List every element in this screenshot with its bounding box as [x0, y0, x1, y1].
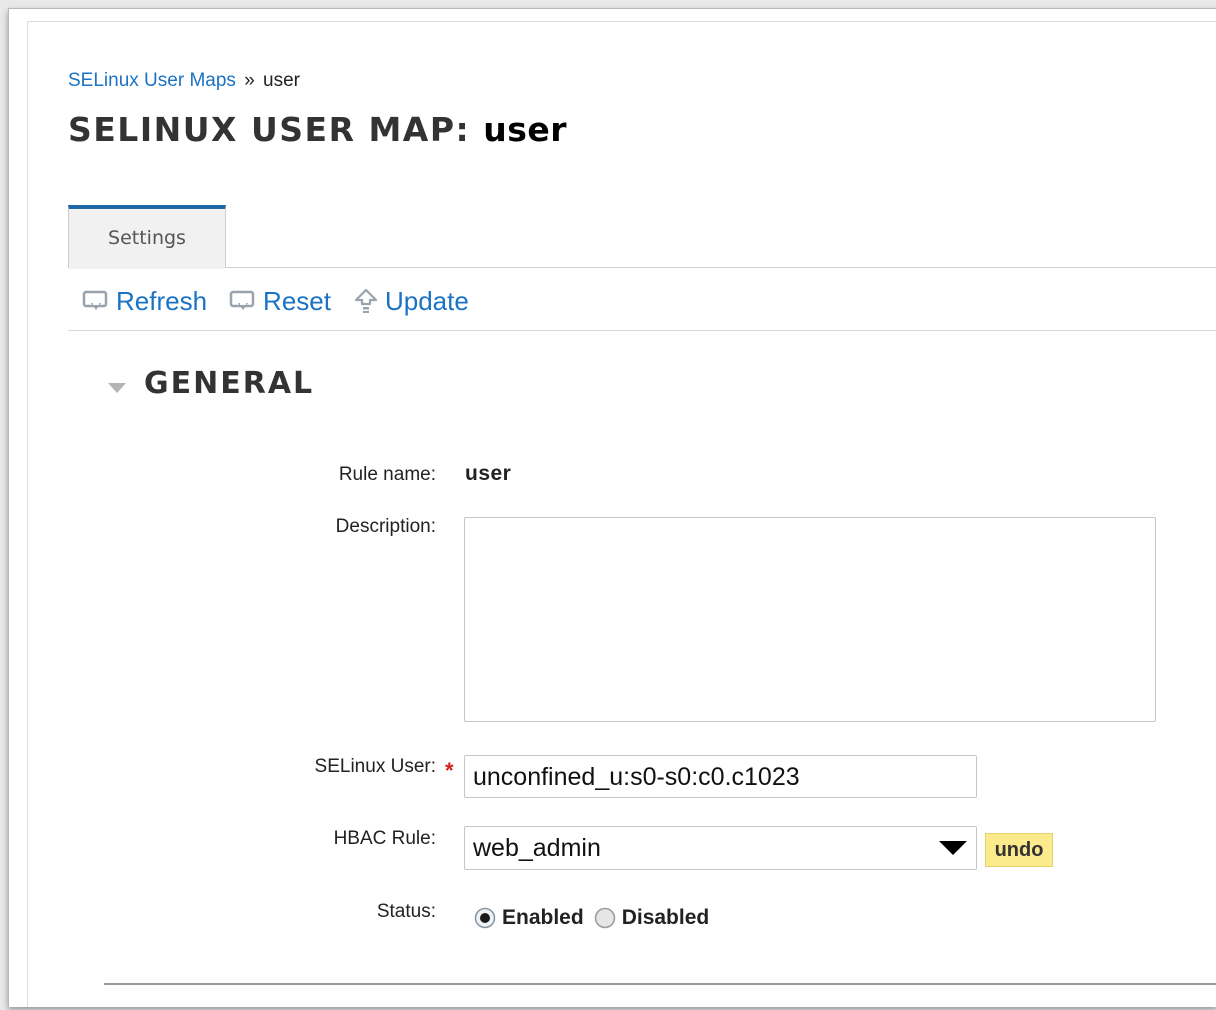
- rule-name-label: Rule name:: [338, 464, 436, 485]
- refresh-label: Refresh: [116, 285, 208, 316]
- hbac-rule-selected-value: web_admin: [473, 834, 601, 862]
- hbac-rule-select[interactable]: web_admin: [464, 826, 977, 870]
- status-enabled-label: Enabled: [502, 906, 584, 929]
- status-disabled-radio[interactable]: Disabled: [594, 906, 710, 930]
- required-indicator: *: [445, 758, 454, 783]
- selinux-user-label: SELinux User:: [314, 756, 436, 777]
- reset-button[interactable]: Reset: [229, 286, 331, 317]
- status-disabled-label: Disabled: [621, 906, 710, 929]
- section-general-header[interactable]: GENERAL: [106, 366, 314, 401]
- section-bottom-divider: [104, 983, 1216, 985]
- tab-settings[interactable]: Settings: [68, 205, 226, 267]
- update-label: Update: [384, 285, 469, 316]
- toolbar: Refresh Reset Update: [82, 283, 491, 319]
- update-button[interactable]: Update: [353, 286, 469, 317]
- status-radio-group: Enabled Disabled: [474, 906, 719, 930]
- description-label: Description:: [335, 516, 436, 537]
- breadcrumb-current: user: [263, 70, 301, 91]
- toolbar-divider: [68, 330, 1216, 331]
- tab-settings-label: Settings: [108, 227, 186, 249]
- update-icon: [354, 288, 378, 313]
- tab-bar-divider: [68, 267, 1216, 268]
- collapse-triangle-icon: [108, 382, 126, 393]
- refresh-icon: [82, 290, 108, 310]
- page-title-prefix: SELINUX USER MAP:: [68, 110, 471, 149]
- section-title: GENERAL: [144, 366, 315, 401]
- refresh-button[interactable]: Refresh: [82, 286, 207, 317]
- breadcrumb-parent-link[interactable]: SELinux User Maps: [68, 70, 236, 91]
- rule-name-value: user: [465, 462, 512, 485]
- description-textarea[interactable]: [464, 517, 1156, 722]
- dropdown-arrow-icon: [939, 841, 967, 855]
- hbac-rule-label: HBAC Rule:: [333, 828, 436, 849]
- status-label: Status:: [376, 901, 436, 922]
- status-enabled-radio[interactable]: Enabled: [474, 906, 584, 930]
- breadcrumb: SELinux User Maps » user: [68, 70, 300, 92]
- page-title: SELINUX USER MAP: user: [68, 110, 567, 150]
- undo-button[interactable]: undo: [985, 833, 1053, 867]
- breadcrumb-separator: »: [244, 70, 255, 91]
- reset-icon: [229, 290, 255, 310]
- reset-label: Reset: [263, 285, 331, 316]
- selinux-user-input[interactable]: unconfined_u:s0-s0:c0.c1023: [464, 755, 977, 798]
- radio-unchecked-icon: [594, 907, 615, 929]
- radio-checked-icon: [474, 907, 496, 929]
- page-title-entity: user: [483, 110, 568, 149]
